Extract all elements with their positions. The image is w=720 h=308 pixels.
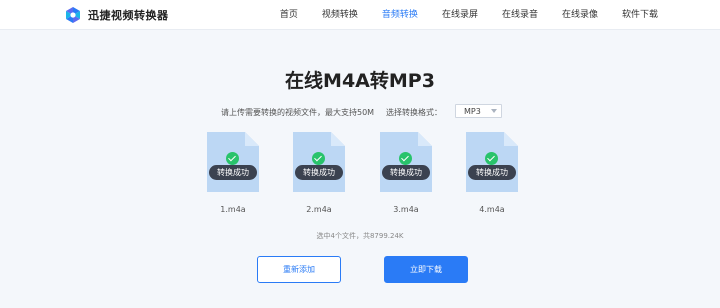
check-icon	[485, 152, 498, 165]
top-header: 迅捷视频转换器 首页 视频转换 音频转换 在线录屏 在线录音 在线录像 软件下载	[0, 0, 720, 30]
file-name: 1.m4a	[220, 205, 246, 214]
file-name: 2.m4a	[306, 205, 332, 214]
upload-tip: 请上传需要转换的视频文件，最大支持50M	[221, 108, 375, 117]
file-icon: 转换成功	[466, 132, 518, 192]
nav-software-download[interactable]: 软件下载	[622, 0, 658, 30]
convert-options: 请上传需要转换的视频文件，最大支持50M 选择转换格式： MP3	[0, 104, 720, 120]
file-card[interactable]: 转换成功 2.m4a	[293, 132, 345, 216]
check-icon	[312, 152, 325, 165]
chevron-down-icon	[491, 109, 497, 113]
nav-home[interactable]: 首页	[280, 0, 298, 30]
nav-audio-convert[interactable]: 音频转换	[382, 0, 418, 30]
readd-button[interactable]: 重新添加	[257, 256, 341, 283]
file-name: 4.m4a	[479, 205, 505, 214]
nav-video-convert[interactable]: 视频转换	[322, 0, 358, 30]
status-badge: 转换成功	[295, 165, 343, 180]
nav-video-record[interactable]: 在线录像	[562, 0, 598, 30]
app-logo-icon	[64, 6, 82, 24]
nav-screen-record[interactable]: 在线录屏	[442, 0, 478, 30]
file-icon: 转换成功	[207, 132, 259, 192]
format-select[interactable]: MP3	[455, 104, 502, 118]
page-title: 在线M4A转MP3	[285, 70, 435, 92]
file-card[interactable]: 转换成功 3.m4a	[380, 132, 432, 216]
brand-logo[interactable]: 迅捷视频转换器	[64, 6, 169, 24]
check-icon	[399, 152, 412, 165]
status-badge: 转换成功	[209, 165, 257, 180]
file-card[interactable]: 转换成功 4.m4a	[466, 132, 518, 216]
file-icon: 转换成功	[293, 132, 345, 192]
file-name: 3.m4a	[393, 205, 419, 214]
file-icon: 转换成功	[380, 132, 432, 192]
nav-audio-record[interactable]: 在线录音	[502, 0, 538, 30]
format-selected-value: MP3	[464, 107, 481, 116]
check-icon	[226, 152, 239, 165]
download-button[interactable]: 立即下载	[384, 256, 468, 283]
status-badge: 转换成功	[382, 165, 430, 180]
file-card[interactable]: 转换成功 1.m4a	[207, 132, 259, 216]
status-badge: 转换成功	[468, 165, 516, 180]
main-nav: 首页 视频转换 音频转换 在线录屏 在线录音 在线录像 软件下载	[256, 0, 658, 30]
format-label: 选择转换格式：	[386, 108, 442, 117]
selection-summary: 选中4个文件，共8799.24K	[316, 232, 404, 240]
app-name: 迅捷视频转换器	[88, 9, 169, 22]
